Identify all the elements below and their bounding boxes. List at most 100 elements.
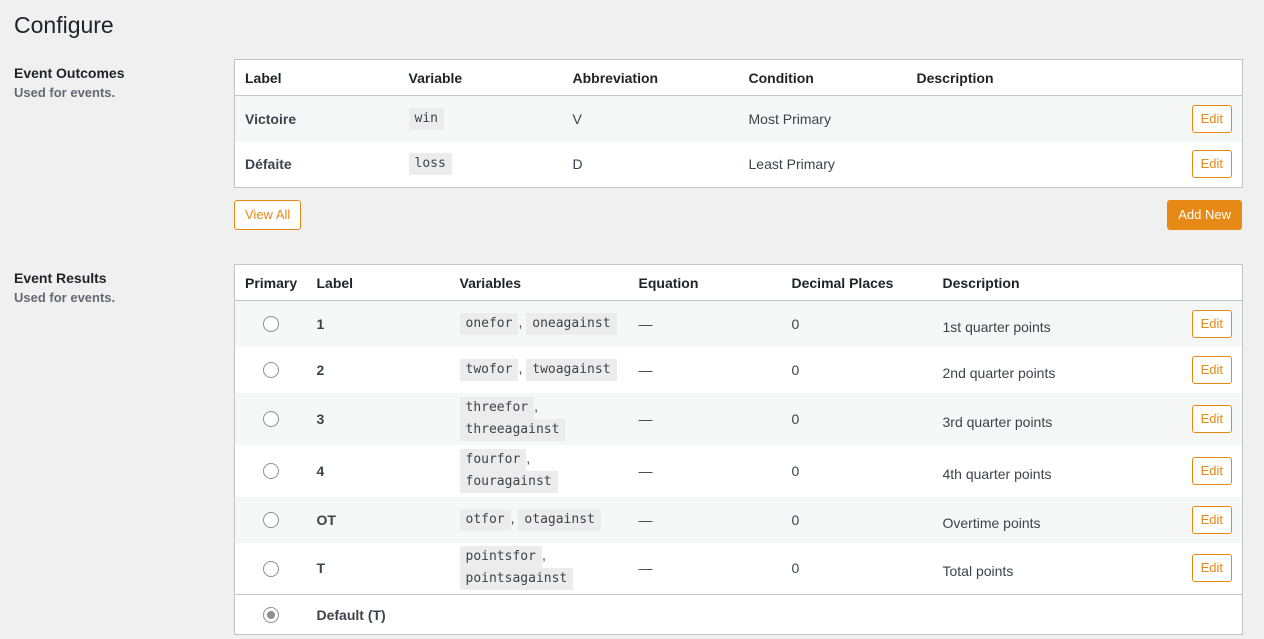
result-label: 4: [316, 462, 325, 479]
result-variables: twofor, twoagainst: [450, 347, 629, 393]
col-decimal-places: Decimal Places: [781, 264, 933, 301]
result-label: T: [316, 560, 326, 577]
table-row: 2 twofor, twoagainst — 0 2nd quarter poi…: [235, 347, 1243, 393]
primary-radio[interactable]: [262, 463, 279, 480]
variable-code: threeagainst: [459, 418, 566, 441]
variable-code: onefor: [459, 312, 519, 335]
result-variables: fourfor, fouragainst: [450, 445, 629, 497]
col-equation: Equation: [628, 264, 782, 301]
result-equation: —: [638, 361, 653, 378]
result-label: OT: [306, 496, 450, 543]
result-decimals: 0: [791, 361, 800, 378]
col-primary: Primary: [234, 264, 307, 301]
outcome-label: Défaite: [245, 156, 292, 173]
variable-code: otfor: [459, 508, 511, 531]
result-description: 1st quarter points: [932, 300, 1177, 347]
variable-code: pointsagainst: [459, 568, 574, 591]
variable-code: twoagainst: [526, 358, 617, 381]
result-description: 3rd quarter points: [932, 392, 1177, 445]
primary-radio[interactable]: [262, 512, 279, 529]
result-description: 2nd quarter points: [942, 364, 1056, 381]
result-equation: —: [638, 462, 653, 479]
result-decimals: 0: [781, 300, 933, 347]
view-all-button[interactable]: View All: [234, 200, 302, 230]
col-description: Description: [906, 59, 1177, 96]
result-decimals: 0: [781, 496, 933, 543]
add-new-button[interactable]: Add New: [1167, 200, 1242, 230]
edit-button[interactable]: Edit: [1191, 355, 1232, 384]
outcome-description: [907, 142, 1177, 188]
outcomes-section-header: Event Outcomes Used for events.: [14, 65, 124, 100]
result-decimals: 0: [781, 392, 933, 445]
table-row: T pointsfor, pointsagainst — 0 Total poin…: [235, 543, 1243, 595]
result-equation: —: [638, 560, 653, 577]
outcome-variable: loss: [408, 153, 452, 176]
variable-code: fourfor: [459, 448, 527, 471]
result-variables: pointsfor, pointsagainst: [450, 543, 629, 595]
edit-button[interactable]: Edit: [1191, 309, 1232, 338]
edit-button[interactable]: Edit: [1191, 505, 1232, 534]
primary-radio[interactable]: [262, 560, 279, 577]
variable-code: fouragainst: [459, 470, 558, 493]
results-desc: Used for events.: [14, 290, 116, 305]
result-label: 3: [306, 392, 450, 445]
primary-radio[interactable]: [262, 362, 279, 379]
edit-button[interactable]: Edit: [1191, 456, 1232, 485]
outcomes-title: Event Outcomes: [14, 65, 125, 81]
table-row: Victoire win V Most Primary Edit: [234, 95, 1243, 142]
variable-code: twofor: [459, 358, 519, 381]
col-condition: Condition: [738, 59, 907, 96]
results-table: Primary Label Variables Equation Decimal…: [234, 264, 1243, 635]
default-label: Default (T): [306, 594, 1243, 635]
outcome-label: Victoire: [234, 95, 399, 142]
default-row: Default (T): [234, 594, 1243, 635]
results-section-header: Event Results Used for events.: [14, 270, 115, 305]
outcome-abbr: D: [572, 156, 583, 173]
table-row: 4 fourfor, fouragainst — 0 4th quarter po…: [235, 445, 1243, 497]
result-decimals: 0: [791, 560, 800, 577]
outcomes-desc: Used for events.: [14, 85, 116, 100]
result-decimals: 0: [791, 462, 800, 479]
table-row: OT otfor, otagainst — 0 Overtime points …: [234, 496, 1243, 543]
primary-radio[interactable]: [262, 411, 279, 428]
outcome-condition: Most Primary: [738, 95, 907, 142]
col-label: Label: [234, 59, 399, 96]
result-equation: —: [628, 300, 782, 347]
edit-button[interactable]: Edit: [1191, 554, 1232, 583]
result-description: 4th quarter points: [942, 465, 1052, 482]
col-variable: Variable: [398, 59, 563, 96]
result-label: 2: [316, 361, 325, 378]
col-variables: Variables: [449, 264, 629, 301]
outcome-condition: Least Primary: [748, 156, 835, 173]
default-primary-radio[interactable]: [262, 607, 279, 624]
outcomes-header-row: Label Variable Abbreviation Condition De…: [234, 59, 1243, 96]
table-row: 3 threefor, threeagainst — 0 3rd quarter …: [234, 392, 1243, 445]
variable-code: otagainst: [518, 508, 601, 531]
variable-code: oneagainst: [526, 312, 617, 335]
col-label: Label: [306, 264, 450, 301]
result-variables: otfor, otagainst: [449, 496, 629, 543]
primary-radio[interactable]: [262, 316, 279, 333]
edit-button[interactable]: Edit: [1191, 404, 1232, 433]
outcome-abbr: V: [562, 95, 739, 142]
edit-button[interactable]: Edit: [1191, 104, 1232, 133]
result-variables: threefor, threeagainst: [449, 392, 629, 445]
result-variables: onefor, oneagainst: [449, 300, 629, 347]
table-row: 1 onefor, oneagainst — 0 1st quarter poi…: [234, 300, 1243, 347]
outcomes-table: Label Variable Abbreviation Condition De…: [234, 59, 1243, 188]
variable-code: pointsfor: [459, 546, 542, 569]
outcome-variable: win: [408, 107, 444, 130]
result-equation: —: [628, 496, 782, 543]
col-abbreviation: Abbreviation: [562, 59, 739, 96]
page-title: Configure: [14, 12, 114, 38]
result-label: 1: [306, 300, 450, 347]
outcome-description: [906, 95, 1177, 142]
col-description: Description: [932, 264, 1177, 301]
edit-button[interactable]: Edit: [1191, 150, 1232, 179]
variable-code: threefor: [459, 396, 535, 419]
result-equation: —: [628, 392, 782, 445]
results-header-row: Primary Label Variables Equation Decimal…: [234, 264, 1243, 301]
result-description: Overtime points: [932, 496, 1177, 543]
result-description: Total points: [942, 563, 1014, 580]
results-title: Event Results: [14, 270, 107, 286]
